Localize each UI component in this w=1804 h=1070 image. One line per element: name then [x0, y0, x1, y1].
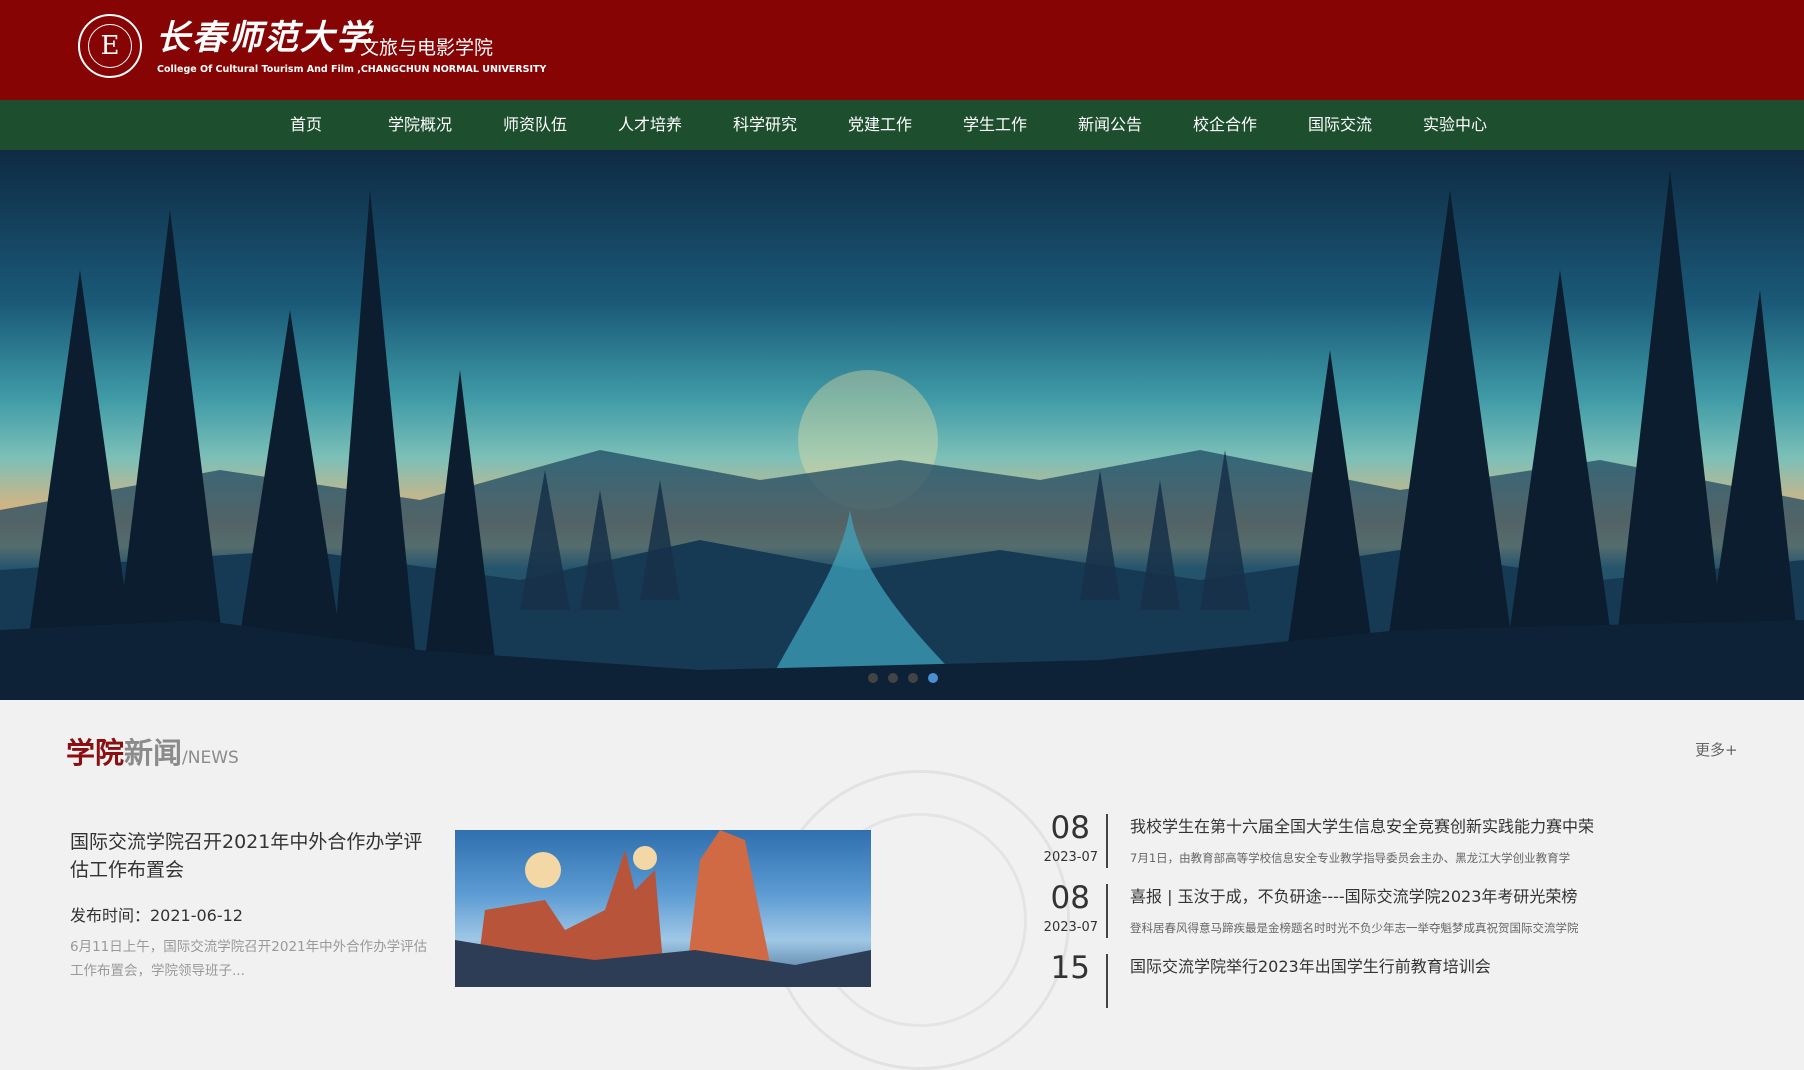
nav-item-about[interactable]: 学院概况 [388, 100, 452, 150]
news-list-item[interactable]: 08 2023-07 喜报 | 玉汝于成，不负研途----国际交流学院2023年… [1030, 880, 1680, 948]
carousel-indicators [0, 673, 1804, 685]
news-year-month: 2023-07 [1043, 920, 1098, 935]
nav-item-students[interactable]: 学生工作 [963, 100, 1027, 150]
news-summary: 登科居春风得意马蹄疾最是金榜题名时时光不负少年志一举夺魁梦成真祝贺国际交流学院 [1130, 921, 1579, 935]
hero-carousel[interactable] [0, 150, 1804, 700]
news-title[interactable]: 国际交流学院举行2023年出国学生行前教育培训会 [1130, 956, 1491, 978]
news-divider [1106, 954, 1108, 1008]
nav-item-lab[interactable]: 实验中心 [1423, 100, 1487, 150]
carousel-dot[interactable] [908, 673, 918, 683]
feature-news-summary: 6月11日上午，国际交流学院召开2021年中外合作办学评估工作布置会，学院领导班… [70, 939, 428, 979]
feature-news-date: 发布时间：2021-06-12 [70, 906, 243, 925]
nav-item-news[interactable]: 新闻公告 [1078, 100, 1142, 150]
college-english-name: College Of Cultural Tourism And Film ,CH… [157, 64, 547, 75]
news-year-month: 2023-07 [1043, 850, 1098, 865]
news-list-item[interactable]: 15 国际交流学院举行2023年出国学生行前教育培训会 [1030, 950, 1680, 1018]
nav-item-research[interactable]: 科学研究 [733, 100, 797, 150]
nav-item-industry[interactable]: 校企合作 [1193, 100, 1257, 150]
carousel-dot[interactable] [888, 673, 898, 683]
news-day: 08 [1050, 880, 1090, 916]
feature-news-title[interactable]: 国际交流学院召开2021年中外合作办学评估工作布置会 [70, 828, 430, 884]
nav-item-education[interactable]: 人才培养 [618, 100, 682, 150]
forest-landscape-image [0, 170, 1804, 700]
section-title-gray: 新闻 [124, 736, 183, 770]
school-name[interactable]: 长春师范大学 [156, 18, 372, 58]
carousel-dot-active[interactable] [928, 673, 938, 683]
site-header: E 长春师范大学 文旅与电影学院 College Of Cultural Tou… [0, 0, 1804, 100]
news-day: 08 [1050, 810, 1090, 846]
news-summary: 7月1日，由教育部高等学校信息安全专业教学指导委员会主办、黑龙江大学创业教育学 [1130, 851, 1571, 865]
section-title-en: /NEWS [182, 748, 239, 768]
news-divider [1106, 814, 1108, 868]
news-title[interactable]: 我校学生在第十六届全国大学生信息安全竞赛创新实践能力赛中荣 [1130, 816, 1594, 838]
nav-item-party[interactable]: 党建工作 [848, 100, 912, 150]
main-nav: 首页 学院概况 师资队伍 人才培养 科学研究 党建工作 学生工作 新闻公告 校企… [0, 100, 1804, 150]
more-news-link[interactable]: 更多+ [1695, 739, 1738, 760]
carousel-dot[interactable] [868, 673, 878, 683]
news-day: 15 [1050, 950, 1090, 986]
university-emblem-icon[interactable]: E [78, 14, 142, 78]
news-divider [1106, 884, 1108, 938]
nav-item-international[interactable]: 国际交流 [1308, 100, 1372, 150]
feature-news-image[interactable] [455, 830, 871, 987]
college-name: 文旅与电影学院 [360, 37, 494, 59]
section-title: 学院新闻/NEWS [66, 730, 239, 772]
nav-item-faculty[interactable]: 师资队伍 [503, 100, 567, 150]
news-title[interactable]: 喜报 | 玉汝于成，不负研途----国际交流学院2023年考研光荣榜 [1130, 886, 1577, 908]
news-list-item[interactable]: 08 2023-07 我校学生在第十六届全国大学生信息安全竞赛创新实践能力赛中荣… [1030, 810, 1680, 878]
section-title-red: 学院 [66, 736, 125, 770]
emblem-glyph: E [88, 24, 132, 68]
nav-item-home[interactable]: 首页 [290, 100, 322, 150]
